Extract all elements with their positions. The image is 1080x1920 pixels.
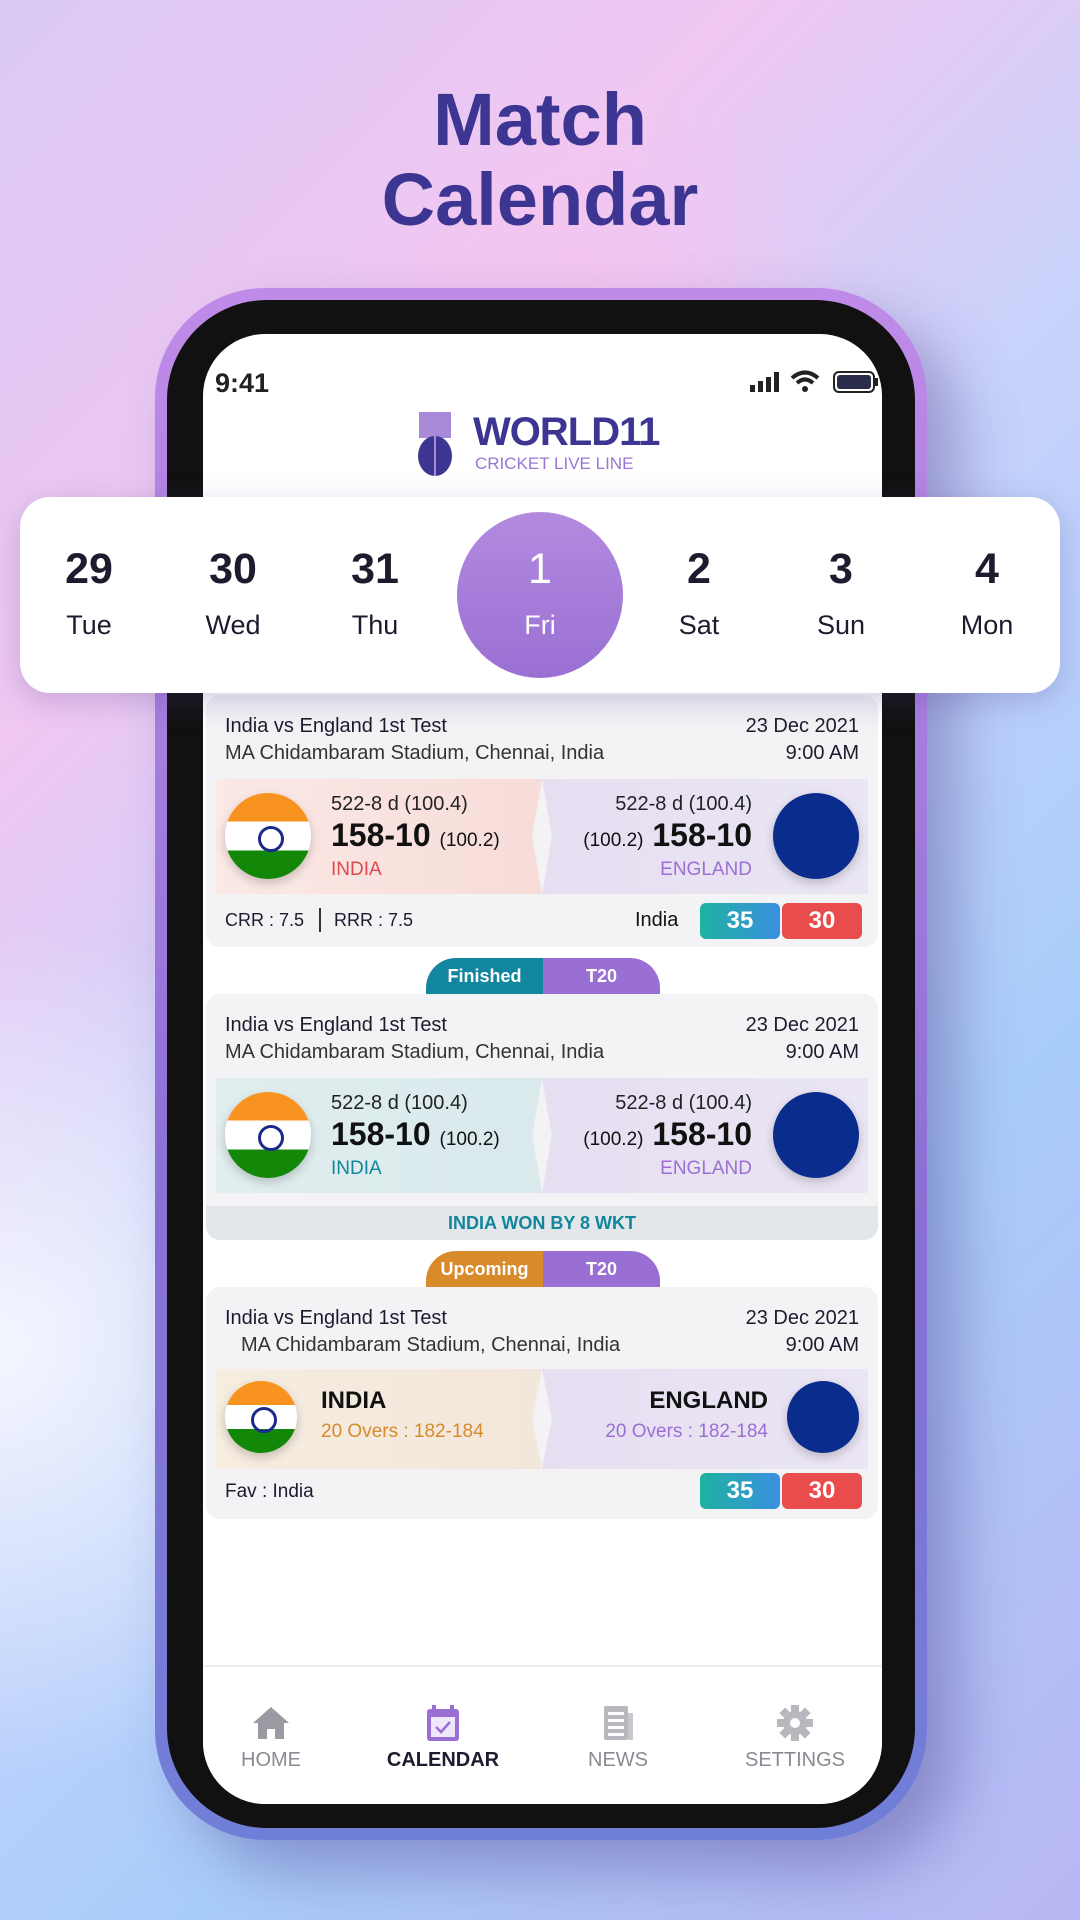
logo-name: WORLD11 (473, 410, 660, 454)
bottom-nav: HOME CALENDAR NEWS SETTINGS (203, 1665, 882, 1804)
divider (319, 908, 321, 932)
team2-overs: 20 Overs : 182-184 (605, 1421, 768, 1442)
date-day: Mon (960, 610, 1014, 640)
wifi-icon (790, 370, 820, 397)
rrr-text: RRR : 7.5 (334, 910, 414, 930)
date-number: 30 (209, 545, 257, 593)
team2-score: 158-10 (652, 1116, 752, 1152)
status-label: Finished (426, 958, 543, 994)
app-logo: WORLD11 CRICKET LIVE LINE (415, 410, 685, 478)
match-title: India vs England 1st Test (225, 1014, 447, 1036)
date-number: 29 (65, 545, 113, 593)
nav-label: CALENDAR (386, 1749, 500, 1771)
india-flag-icon (225, 1092, 311, 1178)
team2-name: ENGLAND (649, 1387, 768, 1414)
status-pill: Finished T20 (426, 958, 660, 994)
crr-text: CRR : 7.5 (225, 910, 305, 930)
match-venue: MA Chidambaram Stadium, Chennai, India (225, 1041, 605, 1063)
team1-overs: (100.2) (439, 1129, 500, 1150)
calendar-icon (427, 1705, 459, 1741)
australia-flag-icon (773, 1092, 859, 1178)
status-label: Upcoming (426, 1251, 543, 1287)
match-date: 23 Dec 2021 (745, 1307, 859, 1329)
status-time: 9:41 (215, 368, 270, 398)
match-title: India vs England 1st Test (225, 715, 447, 737)
team1-overs: (100.2) (439, 830, 500, 851)
date-day: Wed (205, 610, 261, 640)
team2-name: ENGLAND (660, 859, 752, 880)
date-day: Thu (351, 610, 399, 640)
score-band: INDIA 20 Overs : 182-184 ENGLAND 20 Over… (216, 1369, 868, 1469)
team1-first-innings: 522-8 d (100.4) (331, 1092, 468, 1114)
headline-line1: Match (433, 78, 647, 161)
match-card-live[interactable]: India vs England 1st Test MA Chidambaram… (206, 695, 878, 947)
headline-line2: Calendar (381, 158, 699, 241)
match-date: 23 Dec 2021 (745, 1014, 859, 1036)
date-day: Fri (524, 610, 556, 640)
date-strip: 29 Tue 30 Wed 31 Thu 1 Fri 2 Sat 3 Sun 4 Mon (20, 497, 1060, 693)
news-icon (604, 1706, 633, 1740)
team2-first-innings: 522-8 d (100.4) (615, 1092, 752, 1114)
date-day: Sat (678, 610, 720, 640)
format-label: T20 (543, 1251, 660, 1287)
india-flag-icon (225, 1381, 297, 1453)
gear-icon (777, 1705, 813, 1741)
australia-flag-icon (787, 1381, 859, 1453)
status-pill: Upcoming T20 (426, 1251, 660, 1287)
match-venue: MA Chidambaram Stadium, Chennai, India (241, 1334, 621, 1356)
team1-score: 158-10 (331, 817, 431, 853)
score-band: 522-8 d (100.4) 158-10 (100.2) INDIA 522… (216, 779, 868, 894)
cricket-ball-icon (418, 412, 452, 476)
match-date: 23 Dec 2021 (745, 715, 859, 737)
team2-score: 158-10 (652, 817, 752, 853)
date-day: Tue (66, 610, 112, 640)
india-flag-icon (225, 793, 311, 879)
match-card-upcoming[interactable]: India vs England 1st Test MA Chidambaram… (206, 1287, 878, 1519)
odds-lay[interactable]: 30 (782, 1473, 862, 1509)
odds-back[interactable]: 35 (700, 1473, 780, 1509)
date-number: 3 (829, 545, 853, 593)
team1-score: 158-10 (331, 1116, 431, 1152)
nav-label: NEWS (588, 1749, 648, 1771)
signal-icon (750, 372, 784, 397)
date-number: 2 (687, 545, 711, 593)
match-time: 9:00 AM (785, 1041, 859, 1063)
logo-tagline: CRICKET LIVE LINE (475, 454, 634, 473)
format-label: T20 (543, 958, 660, 994)
nav-label: HOME (241, 1749, 301, 1771)
odds-back[interactable]: 35 (700, 903, 780, 939)
team2-overs: (100.2) (583, 1129, 644, 1150)
score-band: 522-8 d (100.4) 158-10 (100.2) INDIA 522… (216, 1078, 868, 1193)
match-venue: MA Chidambaram Stadium, Chennai, India (225, 742, 605, 764)
result-text: INDIA WON BY 8 WKT (206, 1206, 878, 1240)
date-number: 31 (351, 545, 399, 593)
team1-name: INDIA (321, 1387, 387, 1414)
match-card-finished[interactable]: India vs England 1st Test MA Chidambaram… (206, 994, 878, 1240)
fav-team: India (635, 909, 679, 931)
australia-flag-icon (773, 793, 859, 879)
team1-name: INDIA (331, 859, 382, 880)
fav-text: Fav : India (225, 1481, 314, 1502)
team1-overs: 20 Overs : 182-184 (321, 1421, 484, 1442)
date-number: 4 (975, 545, 999, 593)
team2-name: ENGLAND (660, 1158, 752, 1179)
match-time: 9:00 AM (785, 742, 859, 764)
match-time: 9:00 AM (785, 1334, 859, 1356)
date-day: Sun (816, 610, 866, 640)
team1-name: INDIA (331, 1158, 382, 1179)
battery-icon (833, 371, 879, 398)
team1-first-innings: 522-8 d (100.4) (331, 793, 468, 815)
match-title: India vs England 1st Test (225, 1307, 447, 1329)
team2-overs: (100.2) (583, 830, 644, 851)
team2-first-innings: 522-8 d (100.4) (615, 793, 752, 815)
home-icon (253, 1707, 289, 1739)
odds-lay[interactable]: 30 (782, 903, 862, 939)
selected-date-highlight (457, 512, 623, 678)
date-number: 1 (528, 545, 552, 593)
nav-label: SETTINGS (744, 1749, 845, 1771)
